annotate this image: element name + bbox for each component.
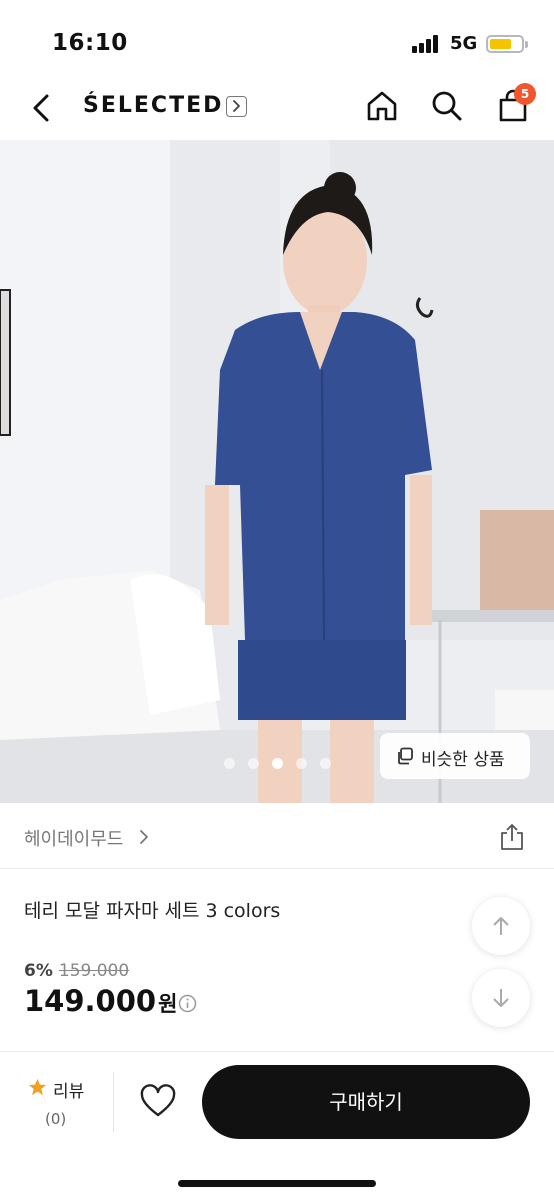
- discount-line: 6% 159.000: [24, 961, 129, 981]
- pagination-dot[interactable]: [320, 758, 331, 769]
- original-price: 159.000: [58, 961, 130, 981]
- signal-icon: [412, 35, 442, 53]
- home-icon: [367, 91, 397, 121]
- info-icon[interactable]: [178, 994, 197, 1013]
- divider: [113, 1072, 114, 1132]
- similar-products-label: 비슷한 상품: [421, 750, 505, 770]
- chevron-right-icon[interactable]: [136, 828, 152, 846]
- price-amount: 149.000: [24, 984, 157, 1018]
- price-unit: 원: [158, 992, 178, 1016]
- scroll-down-button[interactable]: [472, 969, 530, 1027]
- bottom-action-bar: 리뷰 (0) 구매하기: [0, 1051, 554, 1200]
- brand-chevron-icon[interactable]: [226, 96, 247, 117]
- battery-fill: [490, 39, 511, 49]
- star-icon: [28, 1078, 47, 1096]
- price-line: 149.000원: [24, 984, 177, 1024]
- status-bar: 16:10 5G: [0, 0, 554, 76]
- store-row: 헤이데이무드: [0, 803, 554, 869]
- arrow-down-icon: [493, 989, 509, 1007]
- buy-button[interactable]: 구매하기: [202, 1065, 530, 1139]
- store-name[interactable]: 헤이데이무드: [24, 825, 123, 851]
- product-image[interactable]: [0, 140, 554, 803]
- share-icon: [501, 824, 523, 850]
- scroll-up-button[interactable]: [472, 897, 530, 955]
- like-button[interactable]: [138, 1082, 178, 1122]
- heart-icon: [140, 1084, 176, 1117]
- review-label: 리뷰: [53, 1082, 85, 1102]
- pagination-dot[interactable]: [296, 758, 307, 769]
- brand-name[interactable]: ŚELECTED: [83, 93, 223, 118]
- product-title: 테리 모달 파자마 세트 3 colors: [24, 900, 281, 922]
- back-button[interactable]: [22, 88, 62, 128]
- pagination-dot-active[interactable]: [272, 758, 283, 769]
- copy-icon: [398, 747, 413, 765]
- review-count: (0): [45, 1110, 67, 1128]
- search-button[interactable]: [427, 86, 467, 126]
- product-photo: [0, 140, 554, 803]
- battery-icon: [486, 35, 528, 53]
- share-button[interactable]: [496, 821, 528, 853]
- pagination-dot[interactable]: [224, 758, 235, 769]
- nav-bar: ŚELECTED: [0, 76, 554, 138]
- search-icon: [432, 91, 462, 121]
- pagination-dot[interactable]: [248, 758, 259, 769]
- cart-badge: 5: [514, 83, 536, 105]
- arrow-up-icon: [493, 917, 509, 935]
- home-indicator: [178, 1180, 376, 1187]
- status-time: 16:10: [52, 30, 128, 56]
- similar-products-button[interactable]: 비슷한 상품: [380, 733, 530, 779]
- discount-rate: 6%: [24, 961, 53, 981]
- chevron-left-icon: [33, 94, 49, 122]
- review-summary[interactable]: 리뷰 (0): [22, 1076, 112, 1136]
- network-type: 5G: [450, 33, 478, 54]
- home-button[interactable]: [362, 86, 402, 126]
